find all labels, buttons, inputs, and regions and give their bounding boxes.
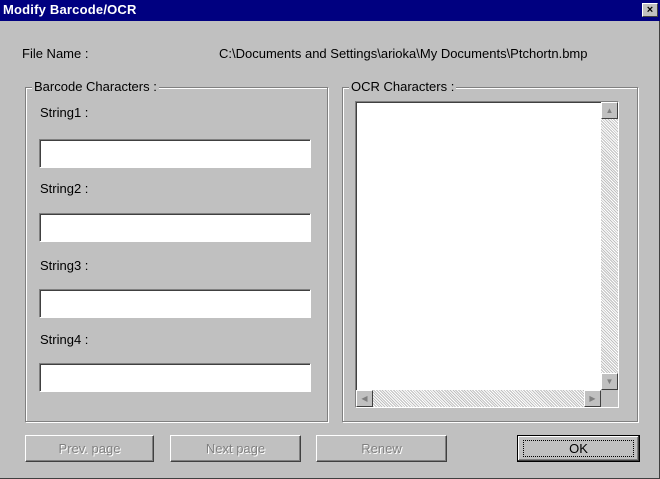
string4-input[interactable] [40, 364, 310, 391]
scroll-up-arrow-icon: ▲ [605, 106, 614, 115]
barcode-characters-group: Barcode Characters : String1 : String2 :… [25, 79, 328, 422]
scroll-down-button[interactable]: ▼ [601, 373, 618, 390]
scroll-left-arrow-icon: ◀ [361, 394, 368, 403]
title-bar[interactable]: Modify Barcode/OCR × [0, 0, 660, 21]
string1-label: String1 : [40, 105, 89, 120]
barcode-characters-label: Barcode Characters : [32, 79, 159, 94]
ocr-characters-group: OCR Characters : ▲ ▼ ◀ ▶ [342, 79, 638, 422]
string2-label: String2 : [40, 181, 89, 196]
string3-label: String3 : [40, 258, 89, 273]
scrollbar-corner [601, 390, 618, 407]
renew-button[interactable]: Renew [316, 435, 447, 462]
scroll-right-button[interactable]: ▶ [584, 390, 601, 407]
ok-button[interactable]: OK [517, 435, 640, 462]
close-icon: × [646, 4, 654, 16]
ocr-vertical-scrollbar[interactable]: ▲ ▼ [601, 102, 618, 390]
ok-label: OK [569, 441, 588, 456]
string3-input[interactable] [40, 290, 310, 317]
string4-label: String4 : [40, 332, 89, 347]
ocr-characters-label: OCR Characters : [349, 79, 457, 94]
file-name-label: File Name : [22, 46, 89, 61]
modify-barcode-ocr-dialog: Modify Barcode/OCR × File Name : C:\Docu… [0, 0, 660, 479]
scroll-left-button[interactable]: ◀ [356, 390, 373, 407]
window-title: Modify Barcode/OCR [3, 2, 137, 17]
scroll-up-button[interactable]: ▲ [601, 102, 618, 119]
renew-label: Renew [361, 441, 402, 456]
next-page-label: Next page [205, 441, 266, 456]
string4-field-box [39, 363, 311, 392]
scroll-right-arrow-icon: ▶ [589, 394, 596, 403]
ocr-horizontal-scrollbar[interactable]: ◀ ▶ [356, 390, 601, 407]
string1-field-box [39, 139, 311, 168]
prev-page-button[interactable]: Prev. page [25, 435, 154, 462]
string2-input[interactable] [40, 214, 310, 241]
string1-input[interactable] [40, 140, 310, 167]
string2-field-box [39, 213, 311, 242]
prev-page-label: Prev. page [58, 441, 121, 456]
file-name-value: C:\Documents and Settings\arioka\My Docu… [219, 46, 588, 61]
next-page-button[interactable]: Next page [170, 435, 301, 462]
string3-field-box [39, 289, 311, 318]
scroll-down-arrow-icon: ▼ [605, 377, 614, 386]
ocr-characters-textarea[interactable]: ▲ ▼ ◀ ▶ [355, 101, 619, 408]
close-button[interactable]: × [642, 3, 658, 17]
